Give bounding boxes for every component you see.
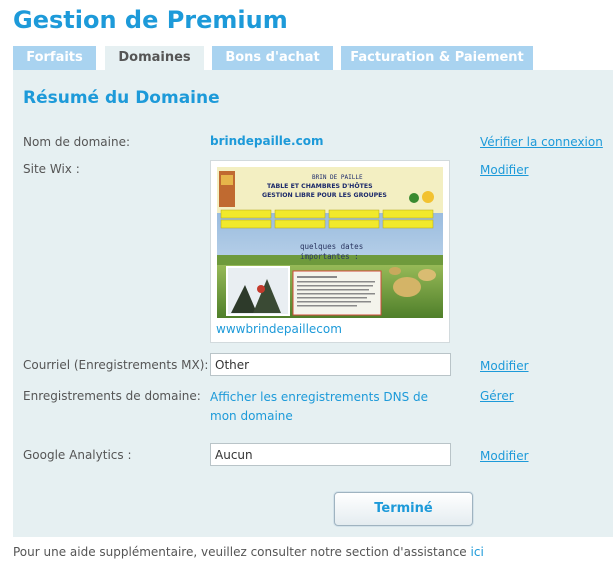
page-title: Gestion de Premium bbox=[13, 6, 288, 34]
dns-manage-link[interactable]: Gérer bbox=[480, 389, 514, 403]
dns-records-link[interactable]: Afficher les enregistrements DNS de mon … bbox=[210, 388, 435, 426]
site-preview-image: BRIN DE PAILLE TABLE ET CHAMBRES D'HÔTES… bbox=[217, 167, 443, 318]
site-url-caption[interactable]: wwwbrindepaillecom bbox=[216, 322, 342, 336]
mx-label: Courriel (Enregistrements MX): bbox=[23, 358, 209, 372]
thumb-title-3: GESTION LIBRE POUR LES GROUPES bbox=[262, 192, 387, 199]
help-text: Pour une aide supplémentaire, veuillez c… bbox=[13, 545, 484, 559]
domain-summary-panel: Résumé du Domaine Nom de domaine: brinde… bbox=[13, 70, 613, 537]
mx-modify-link[interactable]: Modifier bbox=[480, 359, 529, 373]
ga-modify-link[interactable]: Modifier bbox=[480, 449, 529, 463]
domain-name-label: Nom de domaine: bbox=[23, 135, 131, 149]
site-thumbnail[interactable]: BRIN DE PAILLE TABLE ET CHAMBRES D'HÔTES… bbox=[210, 160, 450, 343]
thumb-body-1: quelques dates bbox=[300, 242, 363, 251]
ga-label: Google Analytics : bbox=[23, 448, 132, 462]
site-modify-link[interactable]: Modifier bbox=[480, 163, 529, 177]
ga-field[interactable] bbox=[210, 443, 451, 466]
verify-connection-link[interactable]: Vérifier la connexion bbox=[480, 135, 603, 149]
tab-bons-achat[interactable]: Bons d'achat bbox=[212, 46, 333, 70]
help-link[interactable]: ici bbox=[471, 545, 484, 559]
tab-facturation-paiement[interactable]: Facturation & Paiement bbox=[341, 46, 533, 70]
section-title: Résumé du Domaine bbox=[23, 88, 220, 108]
thumb-body-2: importantes : bbox=[300, 252, 359, 261]
done-button[interactable]: Terminé bbox=[334, 492, 473, 526]
site-wix-label: Site Wix : bbox=[23, 162, 80, 176]
domain-name-value: brindepaille.com bbox=[210, 134, 324, 148]
thumb-title-1: BRIN DE PAILLE bbox=[312, 174, 363, 181]
tab-domaines[interactable]: Domaines bbox=[105, 46, 204, 71]
tab-forfaits[interactable]: Forfaits bbox=[13, 46, 96, 70]
thumb-title-2: TABLE ET CHAMBRES D'HÔTES bbox=[267, 181, 373, 190]
mx-field[interactable] bbox=[210, 353, 451, 376]
help-sentence: Pour une aide supplémentaire, veuillez c… bbox=[13, 545, 471, 559]
dns-label: Enregistrements de domaine: bbox=[23, 389, 201, 403]
